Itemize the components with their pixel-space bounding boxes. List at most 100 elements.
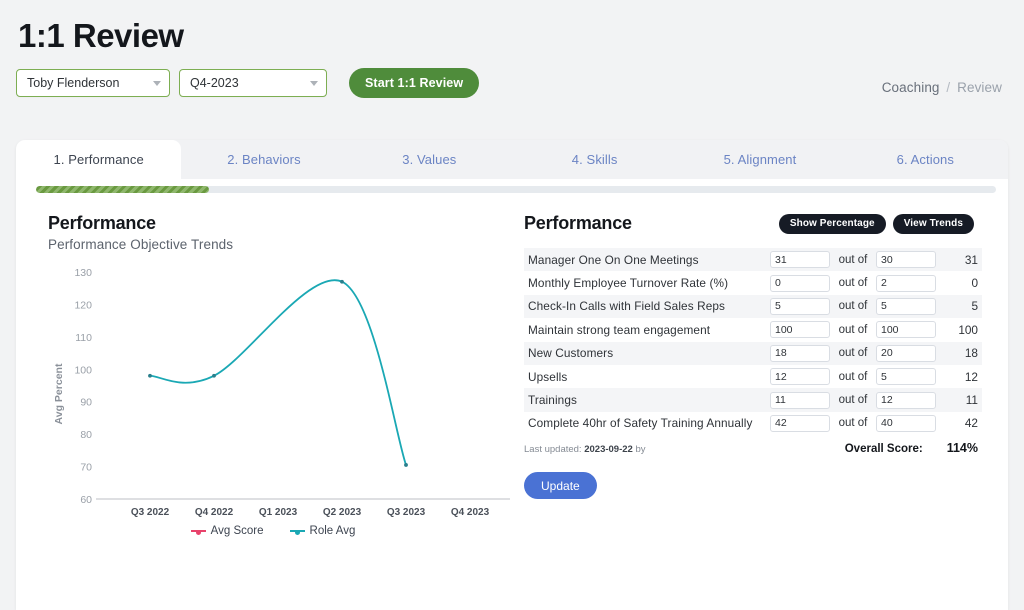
progress-bar bbox=[36, 186, 209, 193]
tab-values[interactable]: 3. Values bbox=[346, 140, 512, 179]
chart-line bbox=[149, 279, 407, 466]
objective-score: 0 bbox=[971, 276, 978, 291]
objective-out-of-label: out of bbox=[838, 347, 868, 360]
chevron-down-icon bbox=[310, 81, 318, 87]
objective-target-input[interactable] bbox=[876, 414, 936, 432]
tab-actions[interactable]: 6. Actions bbox=[842, 140, 1008, 179]
chart-data-point[interactable] bbox=[340, 279, 344, 284]
page-header: 1:1 Review Toby Flenderson Q4-2023 Start… bbox=[0, 0, 1024, 138]
last-updated-date: 2023-09-22 bbox=[584, 444, 633, 456]
tab-skills[interactable]: 4. Skills bbox=[511, 140, 678, 179]
objective-actual-input[interactable] bbox=[770, 391, 830, 409]
objective-actual-input[interactable] bbox=[770, 344, 830, 362]
legend-dot bbox=[195, 529, 201, 535]
objective-row: Manager One On One Meetings out of 31 bbox=[524, 248, 982, 272]
objective-actual-input[interactable] bbox=[770, 414, 830, 432]
show-percentage-button[interactable]: Show Percentage bbox=[778, 213, 886, 234]
objective-target-input[interactable] bbox=[876, 344, 936, 362]
objective-label: Complete 40hr of Safety Training Annuall… bbox=[528, 416, 753, 431]
overall-score-block: Overall Score: 114% bbox=[845, 441, 982, 455]
last-updated-prefix: Last updated: bbox=[524, 444, 582, 456]
chevron-down-icon bbox=[153, 81, 161, 87]
review-card: 1. Performance 2. Behaviors 3. Values 4.… bbox=[16, 140, 1008, 610]
performance-trend-chart: 60 70 80 90 100 110 120 130 Q3 2022 Q4 2022 Q1 20… bbox=[48, 264, 516, 537]
objective-target-input[interactable] bbox=[876, 274, 936, 292]
person-select[interactable]: Toby Flenderson bbox=[16, 69, 170, 98]
y-axis-tick-label: 60 bbox=[80, 494, 92, 506]
objective-score: 5 bbox=[971, 299, 978, 314]
y-axis-tick-label: 70 bbox=[80, 462, 92, 474]
y-axis-tick-label: 110 bbox=[75, 332, 92, 344]
person-select-value: Toby Flenderson bbox=[27, 76, 120, 91]
chart-panel: Performance Performance Objective Trends… bbox=[16, 213, 516, 537]
x-axis: Q3 2022 Q4 2022 Q1 2023 Q2 2023 Q3 2023 Q4 20… bbox=[131, 507, 490, 518]
y-axis-tick-label: 100 bbox=[74, 364, 92, 376]
objective-row: Monthly Employee Turnover Rate (%) out of… bbox=[524, 271, 982, 295]
objective-row: Upsells out of 12 bbox=[524, 364, 982, 389]
objective-out-of-label: out of bbox=[838, 417, 868, 430]
legend-dot bbox=[294, 529, 300, 535]
breadcrumb-coaching[interactable]: Coaching bbox=[882, 80, 940, 95]
tab-label: 2. Behaviors bbox=[227, 152, 301, 167]
objective-out-of-label: out of bbox=[838, 323, 868, 336]
objective-label: Manager One On One Meetings bbox=[528, 252, 699, 267]
page-title: 1:1 Review bbox=[18, 17, 184, 54]
tab-behaviors[interactable]: 2. Behaviors bbox=[181, 140, 347, 179]
tab-label: 1. Performance bbox=[53, 152, 144, 167]
breadcrumb-review: Review bbox=[957, 80, 1002, 95]
last-updated-text: Last updated: 2023-09-22 by bbox=[524, 444, 646, 455]
breadcrumb-separator: / bbox=[946, 80, 951, 95]
x-axis-tick-label: Q2 2023 bbox=[323, 507, 362, 518]
objective-actual-input[interactable] bbox=[770, 297, 830, 315]
view-trends-button[interactable]: View Trends bbox=[892, 213, 974, 234]
objective-row: Check-In Calls with Field Sales Reps out … bbox=[524, 294, 982, 319]
chart-series bbox=[148, 279, 408, 467]
objective-target-input[interactable] bbox=[876, 251, 936, 269]
objective-actual-input[interactable] bbox=[770, 274, 830, 292]
objective-score: 31 bbox=[964, 252, 978, 267]
tab-label: 5. Alignment bbox=[723, 152, 797, 167]
legend-label: Role Avg bbox=[309, 525, 356, 537]
objectives-header: Performance Show Percentage View Trends bbox=[524, 213, 996, 234]
tab-label: 6. Actions bbox=[896, 152, 954, 167]
objective-target-input[interactable] bbox=[876, 321, 936, 339]
period-select-value: Q4-2023 bbox=[190, 76, 239, 91]
chart-data-point[interactable] bbox=[212, 373, 216, 378]
chart-data-point[interactable] bbox=[404, 463, 408, 467]
objectives-panel-title: Performance bbox=[524, 213, 632, 233]
objectives-footer: Last updated: 2023-09-22 by Overall Scor… bbox=[524, 441, 982, 455]
objectives-table: Manager One On One Meetings out of 31 Month… bbox=[524, 248, 982, 436]
update-button[interactable]: Update bbox=[524, 472, 597, 500]
objective-target-input[interactable] bbox=[876, 391, 936, 409]
objectives-panel: Performance Show Percentage View Trends … bbox=[516, 213, 996, 537]
tab-performance[interactable]: 1. Performance bbox=[16, 140, 182, 179]
objective-actual-input[interactable] bbox=[770, 368, 830, 386]
objective-target-input[interactable] bbox=[876, 368, 936, 386]
legend-item-role-avg[interactable]: Role Avg bbox=[289, 525, 356, 537]
legend-label: Avg Score bbox=[210, 525, 264, 537]
x-axis-tick-label: Q1 2023 bbox=[259, 507, 298, 518]
objective-out-of-label: out of bbox=[838, 370, 868, 383]
objective-label: Monthly Employee Turnover Rate (%) bbox=[528, 276, 729, 291]
tab-alignment[interactable]: 5. Alignment bbox=[677, 140, 843, 179]
start-review-button[interactable]: Start 1:1 Review bbox=[349, 68, 480, 99]
y-axis-tick-label: 130 bbox=[74, 267, 92, 279]
objective-out-of-label: out of bbox=[838, 277, 868, 290]
objective-actual-input[interactable] bbox=[770, 251, 830, 269]
legend-item-avg-score[interactable]: Avg Score bbox=[190, 525, 264, 537]
chart-data-point[interactable] bbox=[148, 373, 152, 378]
period-select[interactable]: Q4-2023 bbox=[179, 69, 327, 98]
objective-row: New Customers out of 18 bbox=[524, 341, 982, 365]
overall-score-value: 114% bbox=[946, 441, 978, 456]
objective-out-of-label: out of bbox=[838, 394, 868, 407]
objective-label: Upsells bbox=[528, 369, 568, 384]
objectives-header-buttons: Show Percentage View Trends bbox=[778, 213, 974, 234]
y-axis-tick-label: 90 bbox=[80, 397, 92, 409]
tab-bar: 1. Performance 2. Behaviors 3. Values 4.… bbox=[16, 140, 1008, 179]
objective-label: Trainings bbox=[528, 393, 577, 408]
objective-actual-input[interactable] bbox=[770, 321, 830, 339]
x-axis-tick-label: Q3 2023 bbox=[387, 507, 426, 518]
objective-target-input[interactable] bbox=[876, 297, 936, 315]
overall-score-label: Overall Score: bbox=[844, 443, 923, 456]
objective-score: 18 bbox=[964, 346, 978, 361]
